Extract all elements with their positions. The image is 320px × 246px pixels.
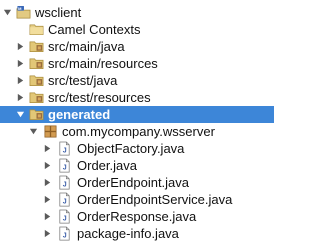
src-test-resources-label: src/test/resources	[48, 90, 151, 105]
chevron-right-icon[interactable]	[43, 178, 52, 187]
src-main-java-label: src/main/java	[48, 39, 125, 54]
tree-row-src-test-resources[interactable]: src/test/resources	[0, 89, 274, 106]
chevron-down-icon[interactable]	[16, 110, 25, 119]
chevron-down-icon[interactable]	[29, 127, 38, 136]
source-folder-icon	[29, 58, 44, 70]
java-file-icon: J	[59, 192, 70, 207]
src-main-resources-label: src/main/resources	[48, 56, 158, 71]
tree-row-src-test-java[interactable]: src/test/java	[0, 72, 274, 89]
java-file-label: Order.java	[77, 158, 137, 173]
java-file-label: ObjectFactory.java	[77, 141, 185, 156]
chevron-down-icon[interactable]	[3, 8, 12, 17]
package-icon	[44, 125, 57, 138]
tree-row-java-file[interactable]: J ObjectFactory.java	[0, 140, 274, 157]
src-test-java-label: src/test/java	[48, 73, 118, 88]
chevron-right-icon[interactable]	[16, 42, 25, 51]
chevron-right-icon[interactable]	[43, 229, 52, 238]
chevron-right-icon[interactable]	[43, 161, 52, 170]
tree-row-java-file[interactable]: J OrderResponse.java	[0, 208, 274, 225]
java-file-label: OrderEndpointService.java	[77, 192, 233, 207]
folder-icon	[29, 24, 44, 36]
project-explorer-tree: M wsclient Camel Contexts src/main/java	[0, 0, 274, 246]
package-label: com.mycompany.wsserver	[62, 124, 215, 139]
svg-text:J: J	[63, 215, 67, 222]
svg-text:J: J	[63, 198, 67, 205]
chevron-right-icon[interactable]	[43, 144, 52, 153]
svg-text:J: J	[63, 164, 67, 171]
svg-text:J: J	[63, 181, 67, 188]
project-label: wsclient	[35, 5, 82, 20]
chevron-right-icon[interactable]	[16, 76, 25, 85]
tree-row-java-file[interactable]: J OrderEndpoint.java	[0, 174, 274, 191]
source-folder-icon	[29, 109, 44, 121]
java-file-icon: J	[59, 226, 70, 241]
tree-row-java-file[interactable]: J Order.java	[0, 157, 274, 174]
tree-row-project[interactable]: M wsclient	[0, 4, 274, 21]
chevron-right-icon[interactable]	[43, 195, 52, 204]
java-file-label: OrderResponse.java	[77, 209, 197, 224]
tree-row-generated[interactable]: generated	[0, 106, 274, 123]
source-folder-icon	[29, 92, 44, 104]
svg-text:J: J	[63, 147, 67, 154]
tree-row-java-file[interactable]: J package-info.java	[0, 225, 274, 242]
chevron-right-icon[interactable]	[43, 212, 52, 221]
chevron-right-icon[interactable]	[16, 93, 25, 102]
svg-text:J: J	[63, 232, 67, 239]
tree-row-src-main-resources[interactable]: src/main/resources	[0, 55, 274, 72]
tree-row-package[interactable]: com.mycompany.wsserver	[0, 123, 274, 140]
tree-row-java-file[interactable]: J OrderEndpointService.java	[0, 191, 274, 208]
java-file-label: package-info.java	[77, 226, 179, 241]
java-file-icon: J	[59, 158, 70, 173]
java-file-label: OrderEndpoint.java	[77, 175, 190, 190]
tree-row-src-main-java[interactable]: src/main/java	[0, 38, 274, 55]
java-file-icon: J	[59, 175, 70, 190]
java-file-icon: J	[59, 141, 70, 156]
java-file-icon: J	[59, 209, 70, 224]
source-folder-icon	[29, 75, 44, 87]
generated-label: generated	[48, 107, 111, 122]
camel-contexts-label: Camel Contexts	[48, 22, 141, 37]
maven-project-icon: M	[16, 6, 31, 19]
chevron-right-icon[interactable]	[16, 59, 25, 68]
tree-row-camel-contexts[interactable]: Camel Contexts	[0, 21, 274, 38]
source-folder-icon	[29, 41, 44, 53]
